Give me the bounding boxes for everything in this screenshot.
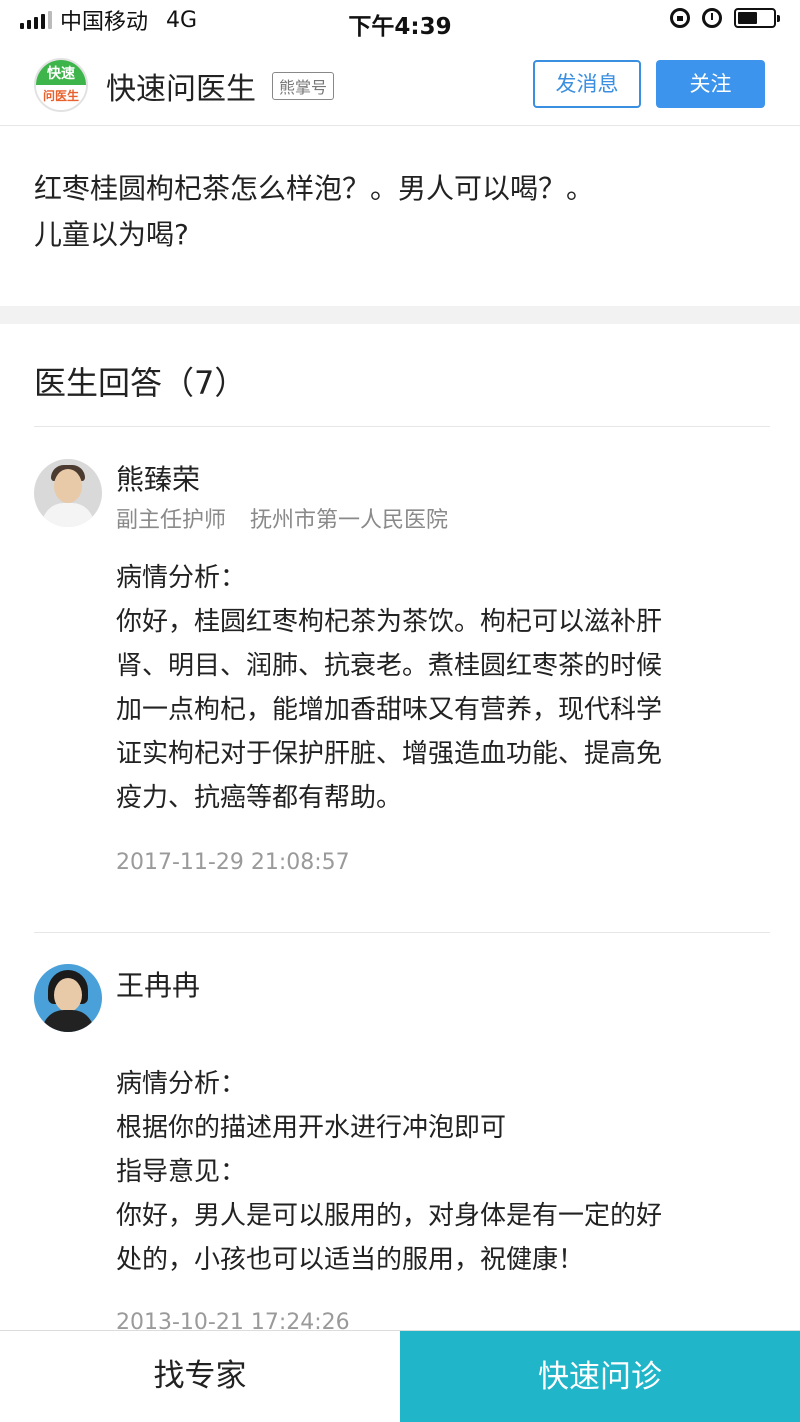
doctor-meta: 副主任护师 抚州市第一人民医院 xyxy=(116,502,448,534)
question-line: 儿童以为喝? xyxy=(34,218,189,251)
battery-icon xyxy=(734,8,780,28)
follow-button[interactable]: 关注 xyxy=(656,60,765,108)
answer-line: 肾、明目、润肺、抗衰老。煮桂圆红枣茶的时候 xyxy=(116,651,663,681)
status-icons xyxy=(670,8,780,28)
answer-line: 证实枸杞对于保护肝脏、增强造血功能、提高免 xyxy=(116,739,663,769)
doctor-title: 副主任护师 xyxy=(116,508,227,533)
doctor-name[interactable]: 熊臻荣 xyxy=(116,458,200,498)
app-header: 快速 问医生 快速问医生 熊掌号 发消息 关注 xyxy=(0,40,800,126)
app-name[interactable]: 快速问医生 xyxy=(106,64,256,108)
answer-timestamp: 2017-11-29 21:08:57 xyxy=(116,850,350,875)
quick-consult-button[interactable]: 快速问诊 xyxy=(400,1331,800,1422)
app-logo[interactable]: 快速 问医生 xyxy=(34,58,88,112)
answer-line: 疫力、抗癌等都有帮助。 xyxy=(116,783,403,813)
answer-line: 处的，小孩也可以适当的服用，祝健康！ xyxy=(116,1245,585,1275)
answer-line: 指导意见： xyxy=(116,1157,247,1187)
doctor-hospital: 抚州市第一人民医院 xyxy=(250,508,449,533)
alarm-icon xyxy=(702,8,722,28)
find-expert-button[interactable]: 找专家 xyxy=(0,1331,400,1422)
answer-body: 病情分析： 根据你的描述用开水进行冲泡即可 指导意见： 你好，男人是可以服用的，… xyxy=(116,1062,772,1282)
bottom-action-bar: 找专家 快速问诊 xyxy=(0,1330,800,1422)
logo-text-top: 快速 xyxy=(36,60,86,85)
divider xyxy=(34,932,770,933)
answers-section-title: 医生回答（7） xyxy=(34,364,247,402)
divider xyxy=(34,426,770,427)
logo-text-bottom: 问医生 xyxy=(36,85,86,110)
question-text: 红枣桂圆枸杞茶怎么样泡？。男人可以喝？。 儿童以为喝? xyxy=(34,166,774,258)
send-message-button[interactable]: 发消息 xyxy=(533,60,641,108)
answer-line: 你好，桂圆红枣枸杞茶为茶饮。枸杞可以滋补肝 xyxy=(116,607,663,637)
answer-line: 根据你的描述用开水进行冲泡即可 xyxy=(116,1113,507,1143)
answer-body: 病情分析： 你好，桂圆红枣枸杞茶为茶饮。枸杞可以滋补肝 肾、明目、润肺、抗衰老。… xyxy=(116,556,772,820)
answer-line: 病情分析： xyxy=(116,563,247,593)
doctor-avatar[interactable] xyxy=(34,964,102,1032)
doctor-name[interactable]: 王冉冉 xyxy=(116,964,200,1004)
account-badge: 熊掌号 xyxy=(272,72,335,100)
question-line: 红枣桂圆枸杞茶怎么样泡？。男人可以喝？。 xyxy=(34,172,595,205)
section-separator xyxy=(0,306,800,324)
doctor-avatar[interactable] xyxy=(34,459,102,527)
battery-level xyxy=(738,12,757,24)
answer-line: 你好，男人是可以服用的，对身体是有一定的好 xyxy=(116,1201,663,1231)
answer-line: 加一点枸杞，能增加香甜味又有营养，现代科学 xyxy=(116,695,663,725)
rotation-lock-icon xyxy=(670,8,690,28)
status-bar: 中国移动 4G 下午4:39 xyxy=(0,0,800,40)
answer-line: 病情分析： xyxy=(116,1069,247,1099)
